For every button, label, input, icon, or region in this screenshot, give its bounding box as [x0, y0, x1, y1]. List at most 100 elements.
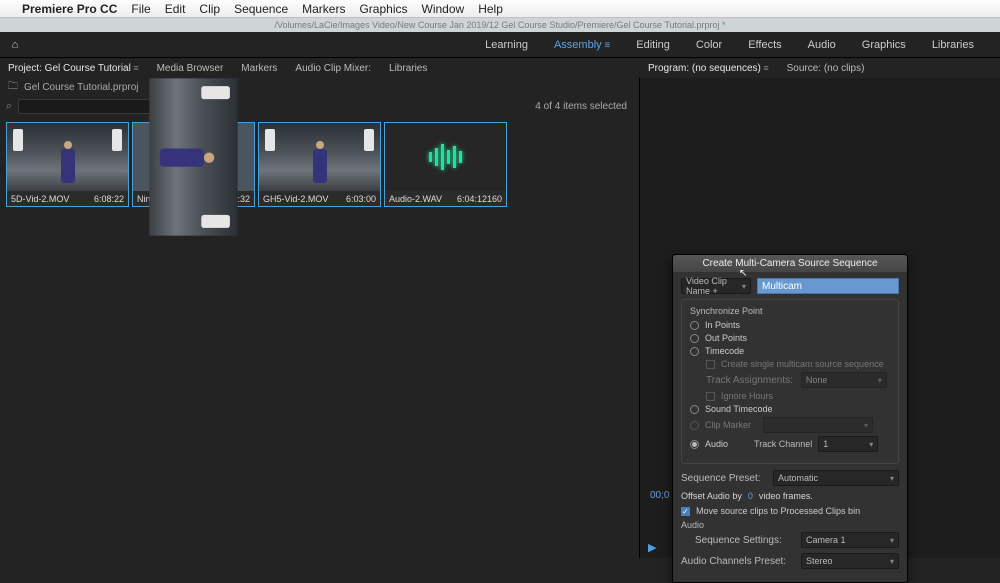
project-panel: 🗀 Gel Course Tutorial.prproj ⌕ ▦ 4 of 4 … — [0, 78, 640, 558]
tab-libraries[interactable]: Libraries — [389, 63, 427, 74]
chevron-down-icon: ▾ — [890, 557, 894, 566]
search-input[interactable] — [18, 99, 160, 114]
track-channel-dropdown[interactable]: 1▾ — [818, 436, 878, 452]
project-path-row[interactable]: 🗀 Gel Course Tutorial.prproj — [0, 78, 639, 96]
dialog-title-label: Create Multi-Camera Source Sequence — [702, 258, 877, 269]
radio-label: In Points — [705, 320, 740, 330]
track-assignments-dropdown: None▾ — [801, 372, 887, 388]
seq-settings-dropdown[interactable]: Camera 1▾ — [801, 532, 899, 548]
channels-preset-dropdown[interactable]: Stereo▾ — [801, 553, 899, 569]
tab-media-browser[interactable]: Media Browser — [157, 63, 224, 74]
home-icon: ⌂ — [12, 39, 19, 51]
tab-audio-mixer[interactable]: Audio Clip Mixer: — [295, 63, 371, 74]
check-label: Create single multicam source sequence — [721, 359, 884, 369]
track-assignments-label: Track Assignments: — [706, 375, 793, 386]
workspace-toolbar: ⌂ Learning Assembly Editing Color Effect… — [0, 32, 1000, 58]
document-path: /Volumes/LaCie/Images Video/New Course J… — [274, 20, 725, 30]
project-filename: Gel Course Tutorial.prproj — [24, 82, 139, 93]
sequence-name-input[interactable] — [757, 278, 899, 294]
ws-editing[interactable]: Editing — [636, 39, 670, 51]
radio-sound-timecode[interactable]: Sound Timecode — [690, 404, 890, 414]
menu-file[interactable]: File — [131, 2, 150, 16]
menu-help[interactable]: Help — [478, 2, 503, 16]
seq-settings-label: Sequence Settings: — [695, 535, 795, 546]
check-create-single: Create single multicam source sequence — [706, 359, 890, 369]
clip-name: GH5-Vid-2.MOV — [263, 194, 328, 204]
menu-window[interactable]: Window — [422, 2, 465, 16]
ws-graphics[interactable]: Graphics — [862, 39, 906, 51]
clip-name: Audio-2.WAV — [389, 194, 442, 204]
check-move-clips[interactable]: ✓Move source clips to Processed Clips bi… — [681, 506, 899, 516]
tab-markers[interactable]: Markers — [241, 63, 277, 74]
clip-item[interactable]: Ninja-Vid-2.MOV6:01:32 — [132, 122, 255, 207]
cursor-icon: ↖ — [739, 268, 747, 279]
clip-thumbnail[interactable] — [133, 123, 254, 191]
tab-project[interactable]: Project: Gel Course Tutorial — [8, 63, 139, 74]
track-channel-label: Track Channel — [754, 439, 812, 449]
check-ignore-hours: Ignore Hours — [706, 391, 890, 401]
chevron-down-icon: ▾ — [742, 282, 746, 291]
offset-pre: Offset Audio by — [681, 491, 742, 501]
clip-item[interactable]: GH5-Vid-2.MOV 6:03:00 — [258, 122, 381, 207]
ws-assembly[interactable]: Assembly — [554, 39, 610, 51]
menu-graphics[interactable]: Graphics — [359, 2, 407, 16]
radio-out-points[interactable]: Out Points — [690, 333, 890, 343]
play-button[interactable]: ▶ — [648, 541, 656, 554]
right-panel-tabs: Program: (no sequences) Source: (no clip… — [640, 58, 1000, 78]
channels-preset-label: Audio Channels Preset: — [681, 556, 795, 567]
chevron-down-icon: ▾ — [890, 536, 894, 545]
workspace-tabs: Learning Assembly Editing Color Effects … — [485, 39, 1000, 51]
project-bin[interactable]: 5D-Vid-2.MOV 6:08:22 Ninja-Vid-2.MOV6:01:… — [0, 116, 639, 213]
app-name[interactable]: Premiere Pro CC — [22, 2, 117, 16]
clip-marker-dropdown: ▾ — [763, 417, 873, 433]
seq-preset-dropdown[interactable]: Automatic▾ — [773, 470, 899, 486]
ws-color[interactable]: Color — [696, 39, 722, 51]
menu-edit[interactable]: Edit — [165, 2, 186, 16]
sync-legend: Synchronize Point — [690, 306, 890, 316]
offset-value[interactable]: 0 — [748, 491, 753, 501]
radio-label: Audio — [705, 439, 728, 449]
name-mode-label: Video Clip Name + — [686, 276, 742, 296]
offset-post: video frames. — [759, 491, 813, 501]
left-panel-tabs: Project: Gel Course Tutorial Media Brows… — [0, 58, 640, 78]
radio-timecode[interactable]: Timecode — [690, 346, 890, 356]
waveform-icon — [428, 144, 463, 170]
menu-markers[interactable]: Markers — [302, 2, 345, 16]
radio-clip-marker: Clip Marker▾ — [690, 417, 890, 433]
chevron-down-icon: ▾ — [869, 440, 873, 449]
tab-source[interactable]: Source: (no clips) — [787, 63, 865, 74]
dialog-title[interactable]: Create Multi-Camera Source Sequence ↖ — [673, 255, 907, 272]
selection-info: 4 of 4 items selected — [535, 101, 633, 112]
ws-effects[interactable]: Effects — [748, 39, 781, 51]
clip-item-audio[interactable]: Audio-2.WAV 6:04:12160 — [384, 122, 507, 207]
tab-program[interactable]: Program: (no sequences) — [648, 63, 769, 74]
clip-thumbnail[interactable] — [259, 123, 380, 191]
ws-audio[interactable]: Audio — [808, 39, 836, 51]
radio-in-points[interactable]: In Points — [690, 320, 890, 330]
ws-libraries[interactable]: Libraries — [932, 39, 974, 51]
check-label: Move source clips to Processed Clips bin — [696, 506, 860, 516]
search-icon: ⌕ — [6, 100, 12, 113]
clip-name: 5D-Vid-2.MOV — [11, 194, 69, 204]
chevron-down-icon: ▾ — [890, 474, 894, 483]
menu-clip[interactable]: Clip — [199, 2, 220, 16]
mac-menubar: Premiere Pro CC File Edit Clip Sequence … — [0, 0, 1000, 18]
radio-label: Sound Timecode — [705, 404, 773, 414]
clip-item[interactable]: 5D-Vid-2.MOV 6:08:22 — [6, 122, 129, 207]
audio-section-label: Audio — [681, 520, 899, 530]
window-titlebar: /Volumes/LaCie/Images Video/New Course J… — [0, 18, 1000, 32]
clip-thumbnail[interactable] — [7, 123, 128, 191]
clip-duration: 6:08:22 — [94, 194, 124, 204]
seq-preset-label: Sequence Preset: — [681, 473, 767, 484]
clip-duration: 6:04:12160 — [457, 194, 502, 204]
name-mode-dropdown[interactable]: Video Clip Name +▾ — [681, 278, 751, 294]
radio-label: Out Points — [705, 333, 747, 343]
synchronize-fieldset: Synchronize Point In Points Out Points T… — [681, 299, 899, 464]
radio-audio[interactable]: Audio Track Channel 1▾ — [690, 436, 890, 452]
menu-sequence[interactable]: Sequence — [234, 2, 288, 16]
home-button[interactable]: ⌂ — [0, 39, 30, 51]
clip-duration: 6:03:00 — [346, 194, 376, 204]
check-label: Ignore Hours — [721, 391, 773, 401]
ws-learning[interactable]: Learning — [485, 39, 528, 51]
clip-thumbnail[interactable] — [385, 123, 506, 191]
